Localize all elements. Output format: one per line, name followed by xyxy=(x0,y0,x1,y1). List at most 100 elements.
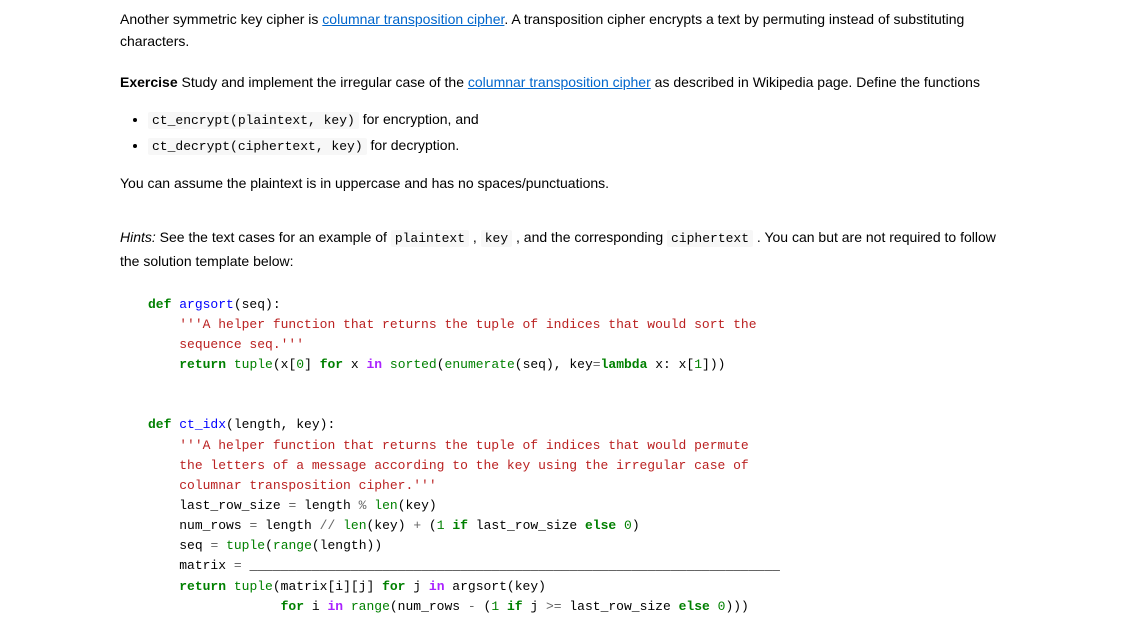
link-columnar-cipher-1[interactable]: columnar transposition cipher xyxy=(322,11,504,27)
docstring: sequence seq.''' xyxy=(179,337,304,352)
op-eq: = xyxy=(593,357,601,372)
num-zero: 0 xyxy=(718,599,726,614)
op-plus: + xyxy=(413,518,421,533)
code-text: (num_rows xyxy=(390,599,468,614)
code-text: length xyxy=(257,518,319,533)
code-text: (length)) xyxy=(312,538,382,553)
kw-if: if xyxy=(452,518,468,533)
builtin-tuple: tuple xyxy=(234,579,273,594)
docstring: '''A helper function that returns the tu… xyxy=(179,438,749,453)
kw-else: else xyxy=(679,599,710,614)
code-text: j xyxy=(523,599,546,614)
builtin-tuple: tuple xyxy=(226,538,265,553)
kw-def: def xyxy=(148,417,171,432)
code-text: ( xyxy=(476,599,492,614)
kw-lambda: lambda xyxy=(601,357,648,372)
code-text: seq xyxy=(179,538,210,553)
docstring: '''A helper function that returns the tu… xyxy=(179,317,756,332)
code-text: last_row_size xyxy=(179,498,288,513)
op-eq: = xyxy=(210,538,218,553)
hints-paragraph: Hints: See the text cases for an example… xyxy=(120,226,1016,272)
code-text: ( xyxy=(421,518,437,533)
code-text: last_row_size xyxy=(468,518,585,533)
op-pct: % xyxy=(359,498,367,513)
plaintext-assumption: You can assume the plaintext is in upper… xyxy=(120,172,1016,194)
code-text: x xyxy=(343,357,366,372)
code-text: matrix xyxy=(179,558,234,573)
hints-label: Hints: xyxy=(120,229,156,245)
kw-for: for xyxy=(320,357,343,372)
code-key: key xyxy=(481,230,512,247)
hints-c: , and the corresponding xyxy=(512,229,667,245)
exercise-post: as described in Wikipedia page. Define t… xyxy=(651,74,980,90)
code-text: i xyxy=(304,599,327,614)
code-text: (matrix[i][j] xyxy=(273,579,382,594)
code-text: ] xyxy=(304,357,320,372)
op-ge: >= xyxy=(546,599,562,614)
fn-argsort: argsort xyxy=(179,297,234,312)
kw-else: else xyxy=(585,518,616,533)
intro-pre: Another symmetric key cipher is xyxy=(120,11,322,27)
code-text: (key) xyxy=(367,518,414,533)
code-text: (key) xyxy=(398,498,437,513)
exercise-pre: Study and implement the irregular case o… xyxy=(178,74,468,90)
kw-return: return xyxy=(179,357,226,372)
kw-in: in xyxy=(367,357,383,372)
op-eq: = xyxy=(234,558,242,573)
code-text: argsort(key) xyxy=(445,579,546,594)
code-ciphertext: ciphertext xyxy=(667,230,753,247)
exercise-heading: Exercise xyxy=(120,74,178,90)
code-text: num_rows xyxy=(179,518,249,533)
code-ct-decrypt: ct_decrypt(ciphertext, key) xyxy=(148,138,367,155)
code-blank-line: ________________________________________… xyxy=(242,558,780,573)
code-text: x: x[ xyxy=(647,357,694,372)
code-text: length xyxy=(296,498,358,513)
hints-a: See the text cases for an example of xyxy=(156,229,391,245)
code-block: def argsort(seq): '''A helper function t… xyxy=(120,287,1016,617)
code-text: j xyxy=(405,579,428,594)
num-one: 1 xyxy=(694,357,702,372)
builtin-range: range xyxy=(351,599,390,614)
builtin-range: range xyxy=(273,538,312,553)
docstring: columnar transposition cipher.''' xyxy=(179,478,436,493)
argsort-params: (seq): xyxy=(234,297,281,312)
kw-in: in xyxy=(429,579,445,594)
kw-for: for xyxy=(281,599,304,614)
code-text: ])) xyxy=(702,357,725,372)
op-floordiv: // xyxy=(320,518,336,533)
code-text: (x[ xyxy=(273,357,296,372)
op-minus: - xyxy=(468,599,476,614)
list-item: ct_encrypt(plaintext, key) for encryptio… xyxy=(148,107,1016,132)
builtin-sorted: sorted xyxy=(390,357,437,372)
docstring: the letters of a message according to th… xyxy=(179,458,749,473)
builtin-len: len xyxy=(343,518,366,533)
list-item: ct_decrypt(ciphertext, key) for decrypti… xyxy=(148,133,1016,158)
intro-paragraph: Another symmetric key cipher is columnar… xyxy=(120,8,1016,53)
kw-for: for xyxy=(382,579,405,594)
ct-idx-params: (length, key): xyxy=(226,417,335,432)
li1-text: for encryption, and xyxy=(359,111,479,127)
code-text: (seq), key xyxy=(515,357,593,372)
num-one: 1 xyxy=(491,599,499,614)
spacer xyxy=(120,208,1016,226)
exercise-paragraph: Exercise Study and implement the irregul… xyxy=(120,71,1016,93)
kw-in: in xyxy=(327,599,343,614)
builtin-tuple: tuple xyxy=(234,357,273,372)
hints-b: , xyxy=(469,229,481,245)
code-plaintext: plaintext xyxy=(391,230,469,247)
li2-text: for decryption. xyxy=(367,137,460,153)
kw-if: if xyxy=(507,599,523,614)
function-list: ct_encrypt(plaintext, key) for encryptio… xyxy=(120,107,1016,158)
builtin-len: len xyxy=(374,498,397,513)
fn-ct-idx: ct_idx xyxy=(179,417,226,432)
code-text: ) xyxy=(632,518,640,533)
kw-def: def xyxy=(148,297,171,312)
link-columnar-cipher-2[interactable]: columnar transposition cipher xyxy=(468,74,651,90)
code-text: last_row_size xyxy=(562,599,679,614)
builtin-enumerate: enumerate xyxy=(445,357,515,372)
kw-return: return xyxy=(179,579,226,594)
num-one: 1 xyxy=(437,518,445,533)
num-zero: 0 xyxy=(296,357,304,372)
num-zero: 0 xyxy=(624,518,632,533)
code-text: ))) xyxy=(725,599,748,614)
